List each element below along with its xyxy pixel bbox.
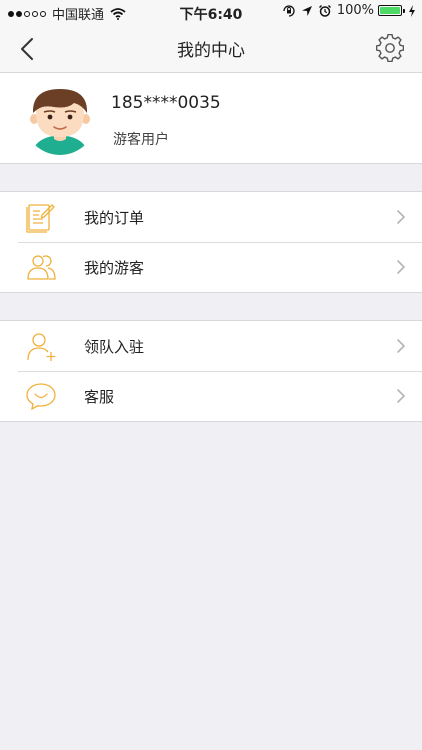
charging-bolt-icon bbox=[409, 4, 415, 17]
order-icon bbox=[26, 204, 55, 233]
battery-icon bbox=[378, 5, 405, 16]
orientation-lock-icon bbox=[283, 4, 295, 17]
alarm-icon bbox=[318, 4, 331, 17]
chevron-right-icon bbox=[397, 260, 406, 274]
customer-service-icon bbox=[26, 383, 56, 411]
chevron-right-icon bbox=[397, 339, 406, 353]
user-phone: 185****0035 bbox=[111, 93, 221, 113]
menu-item-label: 我的订单 bbox=[84, 209, 145, 227]
status-right: 100% bbox=[282, 3, 416, 18]
gear-icon[interactable] bbox=[376, 34, 404, 62]
battery-percent: 100% bbox=[336, 3, 374, 18]
menu-group-2: 领队入驻 客服 bbox=[0, 320, 422, 422]
menu-item-my-tourists[interactable]: 我的游客 bbox=[0, 242, 422, 292]
tourists-icon bbox=[27, 255, 56, 280]
profile-card[interactable]: 185****0035 游客用户 bbox=[0, 73, 422, 164]
chevron-right-icon bbox=[397, 210, 406, 224]
menu-group-1: 我的订单 我的游客 bbox=[0, 191, 422, 293]
chevron-right-icon bbox=[397, 389, 406, 403]
nav-bar: 我的中心 bbox=[0, 24, 422, 73]
status-bar: 中国联通 下午6:40 100% bbox=[0, 0, 422, 24]
page-title: 我的中心 bbox=[177, 41, 245, 61]
menu-item-customer-service[interactable]: 客服 bbox=[0, 371, 422, 421]
menu-item-label: 领队入驻 bbox=[84, 338, 145, 356]
user-role: 游客用户 bbox=[113, 132, 169, 148]
add-leader-icon bbox=[27, 333, 56, 361]
menu-item-label: 我的游客 bbox=[84, 259, 145, 277]
menu-item-my-orders[interactable]: 我的订单 bbox=[0, 192, 422, 242]
menu-item-leader-join[interactable]: 领队入驻 bbox=[0, 321, 422, 371]
menu-item-label: 客服 bbox=[84, 388, 115, 406]
location-arrow-icon bbox=[301, 5, 312, 16]
user-avatar-icon[interactable] bbox=[24, 83, 96, 155]
